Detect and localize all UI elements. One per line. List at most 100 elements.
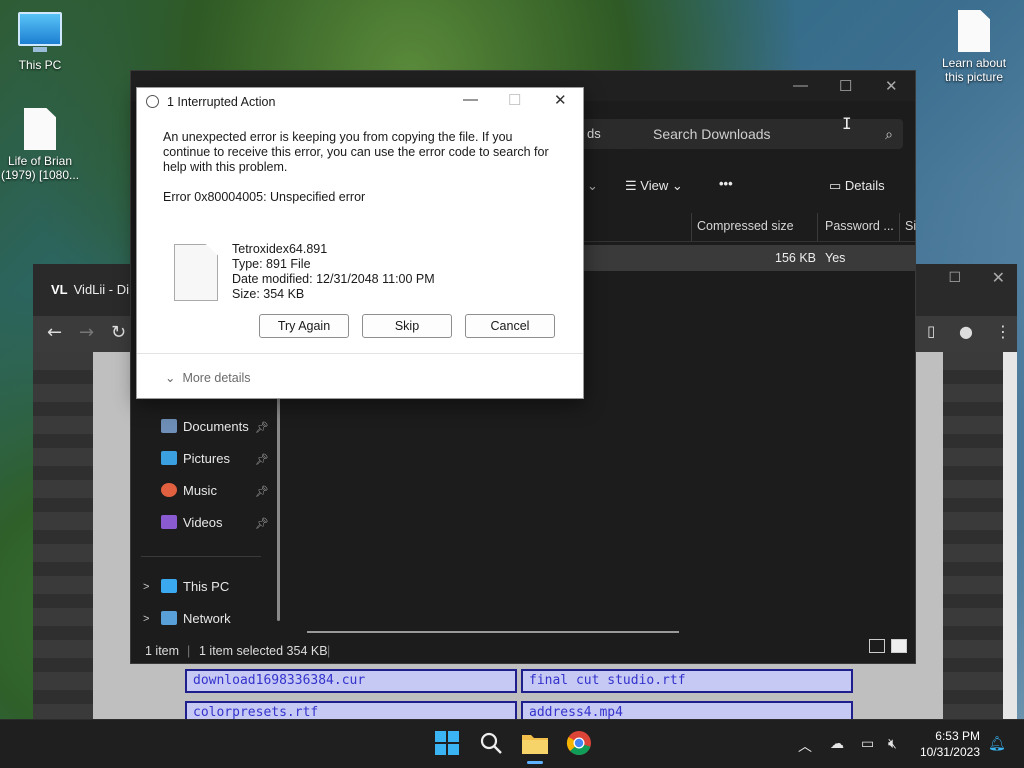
cloud-offline-icon[interactable]: ☁ bbox=[830, 736, 844, 752]
text-cursor-icon: I bbox=[842, 114, 852, 133]
close-icon[interactable]: ✕ bbox=[992, 268, 1005, 287]
scrollbar[interactable] bbox=[1003, 352, 1017, 720]
details-view-icon[interactable] bbox=[869, 639, 885, 653]
menu-kebab-icon[interactable]: ⋮ bbox=[995, 322, 1011, 341]
maximize-icon[interactable]: ☐ bbox=[839, 77, 852, 95]
nav-divider bbox=[141, 556, 261, 557]
view-menu[interactable]: ☰ View ⌄ bbox=[625, 178, 683, 194]
close-icon[interactable]: ✕ bbox=[554, 91, 567, 109]
column-divider[interactable] bbox=[899, 213, 900, 241]
forward-icon[interactable]: → bbox=[79, 322, 94, 343]
file-type: Type: 891 File bbox=[232, 257, 311, 271]
navigation-pane: Documents 📌︎ Pictures 📌︎ Music 📌︎ Videos… bbox=[131, 381, 281, 641]
network-icon[interactable]: ▭ bbox=[861, 736, 874, 752]
tab-title: VidLii - Di bbox=[73, 282, 130, 297]
cell-password: Yes bbox=[825, 251, 846, 265]
column-size[interactable]: Si bbox=[905, 219, 916, 233]
status-item-count: 1 item bbox=[145, 644, 180, 658]
column-compressed-size[interactable]: Compressed size bbox=[697, 219, 794, 233]
view-icon: ☰ bbox=[625, 178, 637, 193]
maximize-icon[interactable]: ☐ bbox=[948, 270, 961, 286]
tiles-view-icon[interactable] bbox=[891, 639, 907, 653]
details-label: Details bbox=[844, 178, 885, 193]
file-icon bbox=[174, 244, 218, 301]
chevron-down-icon[interactable]: ⌄ bbox=[587, 178, 598, 194]
nav-item-music[interactable]: Music bbox=[161, 479, 217, 503]
chrome-taskbar-button[interactable] bbox=[566, 730, 594, 758]
pictures-icon bbox=[161, 451, 177, 465]
music-icon bbox=[161, 483, 177, 497]
page-background-left bbox=[33, 352, 93, 720]
list-item[interactable]: final cut studio.rtf bbox=[521, 669, 853, 693]
sidebar-icon[interactable]: ▯ bbox=[927, 322, 935, 340]
notification-bell-icon[interactable]: 🔔︎ bbox=[988, 736, 1006, 752]
chevron-right-icon[interactable]: > bbox=[143, 613, 149, 625]
nav-label: This PC bbox=[183, 579, 230, 594]
file-icon bbox=[24, 108, 56, 150]
chevron-right-icon[interactable]: > bbox=[143, 581, 149, 593]
desktop-icon-label: Life of Brian (1979) [1080... bbox=[0, 154, 80, 182]
more-details-toggle[interactable]: ⌄ More details bbox=[165, 370, 251, 385]
nav-item-this-pc[interactable]: This PC bbox=[161, 575, 229, 599]
desktop-icon-label: This PC bbox=[18, 58, 62, 72]
column-divider[interactable] bbox=[691, 213, 692, 241]
search-button[interactable] bbox=[478, 730, 506, 758]
status-selection: 1 item selected 354 KB bbox=[199, 644, 328, 658]
nav-item-pictures[interactable]: Pictures bbox=[161, 447, 230, 471]
horizontal-scrollbar[interactable] bbox=[307, 631, 679, 633]
file-icon bbox=[958, 10, 990, 52]
browser-tab[interactable]: VL VidLii - Di bbox=[51, 282, 129, 297]
clock-date: 10/31/2023 bbox=[919, 745, 980, 759]
desktop-icon-this-pc[interactable]: This PC bbox=[0, 12, 80, 72]
more-options-icon[interactable]: ••• bbox=[719, 176, 733, 191]
file-explorer-taskbar-button[interactable] bbox=[521, 730, 549, 764]
desktop-icon-video-file[interactable]: Life of Brian (1979) [1080... bbox=[0, 108, 80, 182]
folder-icon bbox=[522, 735, 548, 754]
clock-time: 6:53 PM bbox=[935, 729, 980, 743]
profile-icon[interactable]: ● bbox=[959, 322, 973, 341]
details-pane-button[interactable]: ▭ Details bbox=[829, 178, 885, 194]
volume-muted-icon[interactable]: 🔇︎ bbox=[888, 736, 897, 752]
try-again-button[interactable]: Try Again bbox=[259, 314, 349, 338]
start-button[interactable] bbox=[434, 730, 462, 758]
list-item[interactable]: download1698336384.cur bbox=[185, 669, 517, 693]
nav-scrollbar[interactable] bbox=[277, 389, 280, 621]
search-icon bbox=[480, 732, 502, 754]
dialog-title: 1 Interrupted Action bbox=[167, 95, 276, 109]
file-size: Size: 354 KB bbox=[232, 287, 305, 301]
nav-item-network[interactable]: Network bbox=[161, 607, 231, 631]
skip-button[interactable]: Skip bbox=[362, 314, 452, 338]
details-pane-icon: ▭ bbox=[829, 178, 842, 193]
back-icon[interactable]: ← bbox=[47, 322, 62, 343]
column-password[interactable]: Password ... bbox=[825, 219, 894, 233]
desktop-icon-label: Learn about this picture bbox=[941, 56, 1007, 84]
system-clock[interactable]: 6:53 PM 10/31/2023 bbox=[920, 728, 980, 760]
nav-label: Network bbox=[183, 611, 231, 626]
pin-icon: 📌︎ bbox=[255, 454, 269, 466]
status-divider: | bbox=[187, 644, 191, 658]
file-name: Tetroxidex64.891 bbox=[232, 242, 328, 256]
pin-icon: 📌︎ bbox=[255, 422, 269, 434]
column-divider[interactable] bbox=[817, 213, 818, 241]
error-code: Error 0x80004005: Unspecified error bbox=[163, 190, 366, 204]
search-icon: ⌕ bbox=[885, 126, 893, 142]
minimize-icon[interactable]: — bbox=[463, 91, 478, 108]
computer-icon bbox=[161, 579, 177, 593]
active-indicator bbox=[527, 761, 543, 764]
dialog-divider bbox=[137, 353, 583, 354]
reload-icon[interactable]: ↻ bbox=[111, 322, 126, 343]
desktop-icon-learn-picture[interactable]: Learn about this picture bbox=[934, 10, 1014, 84]
chevron-up-icon[interactable]: ︿ bbox=[798, 736, 812, 756]
more-details-label: More details bbox=[182, 371, 251, 385]
minimize-icon[interactable]: — bbox=[793, 77, 808, 94]
taskbar: ︿ ☁ ▭ 🔇︎ 6:53 PM 10/31/2023 🔔︎ bbox=[0, 719, 1024, 768]
windows-logo-icon bbox=[435, 731, 459, 755]
close-icon[interactable]: ✕ bbox=[885, 77, 898, 95]
nav-label: Documents bbox=[183, 419, 249, 434]
search-box[interactable]: Search Downloads ⌕ bbox=[639, 119, 903, 149]
nav-label: Pictures bbox=[183, 451, 230, 466]
nav-item-videos[interactable]: Videos bbox=[161, 511, 223, 535]
pin-icon: 📌︎ bbox=[255, 486, 269, 498]
nav-item-documents[interactable]: Documents bbox=[161, 415, 249, 439]
cancel-button[interactable]: Cancel bbox=[465, 314, 555, 338]
